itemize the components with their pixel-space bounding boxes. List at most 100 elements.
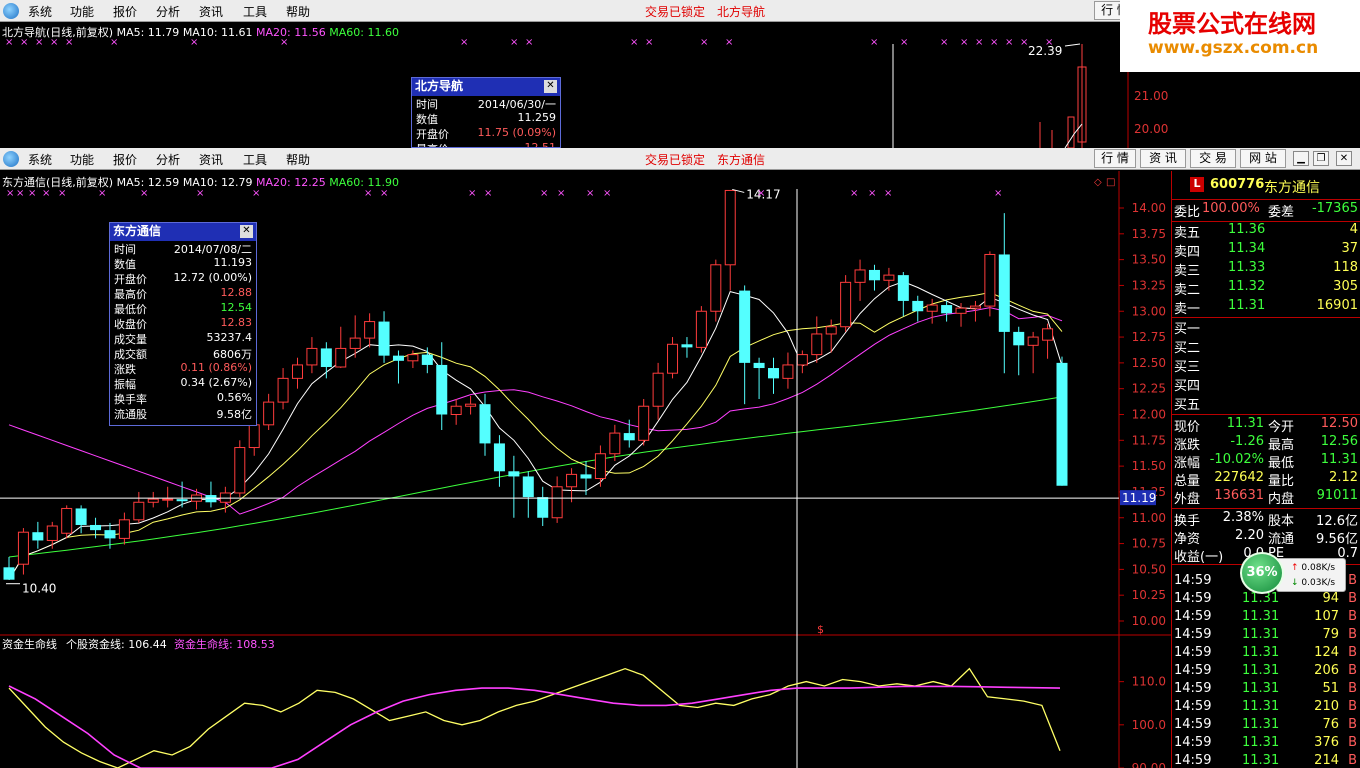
popup-key: 开盘价 bbox=[416, 128, 449, 141]
stat-label: 今开 bbox=[1268, 420, 1295, 435]
close-icon[interactable]: ✕ bbox=[240, 225, 253, 238]
candle-body bbox=[277, 377, 289, 403]
tick-volume: 210 bbox=[1314, 699, 1339, 714]
divider bbox=[1172, 414, 1360, 415]
menu-function[interactable]: 功能 bbox=[70, 3, 94, 20]
tab-website[interactable]: 网 站 bbox=[1240, 149, 1286, 168]
candle-body bbox=[133, 501, 145, 521]
popup-row: 最高价 12.51 bbox=[412, 141, 560, 147]
popup-key: 涨跌 bbox=[114, 363, 136, 376]
ad-banner[interactable]: 股票公式在线网 www.gszx.com.cn bbox=[1120, 0, 1360, 72]
candle-body bbox=[176, 499, 188, 502]
candle-body bbox=[3, 567, 15, 580]
event-mark: × bbox=[16, 188, 24, 199]
menu-help[interactable]: 帮助 bbox=[286, 151, 310, 168]
tick-row: 14:59 11.31 206 B bbox=[1172, 663, 1360, 681]
popup-key: 最高价 bbox=[114, 288, 147, 301]
stat-label: 换手 bbox=[1174, 514, 1201, 529]
menu-analysis[interactable]: 分析 bbox=[156, 151, 180, 168]
menu-tools[interactable]: 工具 bbox=[243, 151, 267, 168]
candle-body bbox=[537, 497, 549, 518]
candle-body bbox=[926, 304, 938, 312]
menu-news[interactable]: 资讯 bbox=[199, 151, 223, 168]
menu-system[interactable]: 系统 bbox=[28, 151, 52, 168]
event-mark: × bbox=[868, 188, 876, 199]
indicator-line2: 资金生命线: 108.53 bbox=[174, 637, 275, 651]
app-logo-icon bbox=[3, 3, 19, 19]
menu-quote[interactable]: 报价 bbox=[113, 3, 137, 20]
event-mark: × bbox=[1005, 37, 1014, 48]
divider bbox=[1172, 508, 1360, 509]
tick-row: 14:59 11.31 76 B bbox=[1172, 717, 1360, 735]
stat-row: 涨幅 -10.02% 最低 11.31 bbox=[1172, 452, 1360, 471]
minimize-icon[interactable]: ▁ bbox=[1293, 151, 1309, 166]
tick-price: 11.31 bbox=[1242, 627, 1280, 642]
menu-news[interactable]: 资讯 bbox=[199, 3, 223, 20]
sell-label: 卖四 bbox=[1174, 245, 1201, 260]
tick-time: 14:59 bbox=[1174, 717, 1212, 732]
popup-value: 0.56% bbox=[217, 391, 252, 404]
ytick-label: 11.00 bbox=[1132, 511, 1166, 525]
event-mark: × bbox=[975, 37, 984, 48]
candle-body bbox=[912, 300, 924, 312]
menu-quote[interactable]: 报价 bbox=[113, 151, 137, 168]
tick-price: 11.31 bbox=[1242, 663, 1280, 678]
menu-tools[interactable]: 工具 bbox=[243, 3, 267, 20]
popup-value: 0.11 (0.86%) bbox=[180, 361, 252, 374]
dividend-mark: $ bbox=[817, 623, 824, 636]
tick-time: 14:59 bbox=[1174, 609, 1212, 624]
candle-body bbox=[796, 354, 808, 366]
menu-function[interactable]: 功能 bbox=[70, 151, 94, 168]
network-widget[interactable]: ↑ 0.08K/s ↓ 0.03K/s 36% bbox=[1240, 552, 1346, 594]
ytick-label: 12.50 bbox=[1132, 356, 1166, 370]
popup-key: 换手率 bbox=[114, 393, 147, 406]
event-mark: × bbox=[700, 37, 709, 48]
close-icon[interactable]: ✕ bbox=[1336, 151, 1352, 166]
candle-body bbox=[710, 264, 722, 312]
candle-body bbox=[493, 443, 505, 472]
menu-help[interactable]: 帮助 bbox=[286, 3, 310, 20]
event-mark: × bbox=[525, 37, 534, 48]
candle-body bbox=[609, 432, 621, 455]
stat-value: 2.12 bbox=[1329, 470, 1358, 485]
menu-analysis[interactable]: 分析 bbox=[156, 3, 180, 20]
restore-icon[interactable]: ❐ bbox=[1313, 151, 1329, 166]
popup-value: 6806万 bbox=[213, 348, 252, 361]
ytick-label: 10.00 bbox=[1132, 614, 1166, 628]
event-mark: × bbox=[630, 37, 639, 48]
event-mark: × bbox=[870, 37, 879, 48]
candle-body bbox=[969, 305, 981, 309]
menu-system[interactable]: 系统 bbox=[28, 3, 52, 20]
tick-side: B bbox=[1348, 627, 1357, 642]
tick-side: B bbox=[1348, 573, 1357, 588]
sell-price: 11.32 bbox=[1228, 279, 1266, 294]
buy-label: 买五 bbox=[1174, 398, 1201, 413]
close-icon[interactable]: ✕ bbox=[544, 80, 557, 93]
stat-value: 9.56亿 bbox=[1316, 532, 1358, 547]
popup-row: 时间 2014/06/30/一 bbox=[412, 96, 560, 111]
tick-row: 14:59 11.31 124 B bbox=[1172, 645, 1360, 663]
popup-value: 12.54 bbox=[220, 301, 253, 314]
event-mark: × bbox=[28, 188, 36, 199]
popup-key: 时间 bbox=[416, 98, 438, 111]
stat-label: 量比 bbox=[1268, 474, 1295, 489]
candle-body bbox=[724, 189, 736, 266]
stock-code: 600776 bbox=[1210, 177, 1265, 192]
event-mark: × bbox=[1045, 37, 1054, 48]
lock-status: 交易已锁定 bbox=[645, 5, 706, 19]
popup-value: 11.259 bbox=[517, 111, 557, 124]
event-mark: × bbox=[42, 188, 50, 199]
event-mark: × bbox=[510, 37, 519, 48]
event-mark: × bbox=[140, 188, 148, 199]
stat-value: -10.02% bbox=[1209, 452, 1264, 467]
tick-row: 14:59 11.31 376 B bbox=[1172, 735, 1360, 753]
candle-body bbox=[306, 347, 318, 366]
popup-key: 最高价 bbox=[416, 141, 449, 147]
candle-body bbox=[667, 343, 679, 374]
event-mark: × bbox=[196, 188, 204, 199]
ytick-label: 13.25 bbox=[1132, 278, 1166, 292]
tab-news[interactable]: 资 讯 bbox=[1140, 149, 1186, 168]
tab-trade[interactable]: 交 易 bbox=[1190, 149, 1236, 168]
tab-quote[interactable]: 行 情 bbox=[1094, 149, 1136, 168]
event-mark: × bbox=[380, 188, 388, 199]
